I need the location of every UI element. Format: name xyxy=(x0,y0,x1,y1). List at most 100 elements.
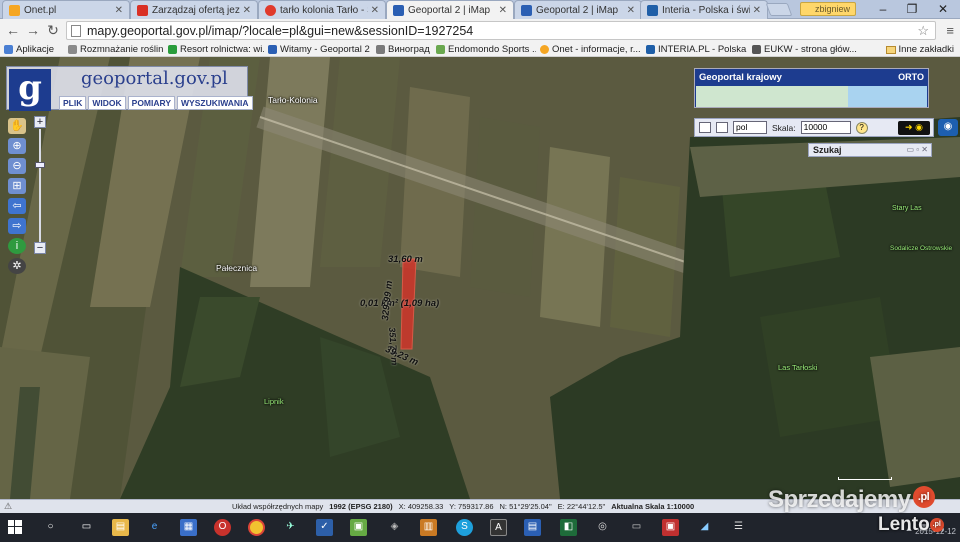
menu-pomiary[interactable]: POMIARY xyxy=(127,96,176,110)
onet-favicon-icon xyxy=(9,4,20,16)
close-tab-icon[interactable]: ✕ xyxy=(499,5,507,16)
measure-top-length: 31,60 m xyxy=(388,254,423,265)
chrome-icon[interactable] xyxy=(248,519,265,536)
store-icon[interactable]: ▦ xyxy=(180,519,197,536)
zoom-minus-button[interactable]: − xyxy=(34,242,46,254)
current-scale: Aktualna Skala 1:10000 xyxy=(611,502,695,511)
app-icon[interactable]: ▥ xyxy=(420,519,437,536)
geoportal-logo-icon[interactable]: g xyxy=(9,69,51,111)
side-eye-icon[interactable]: ◉ xyxy=(938,119,958,136)
info-icon[interactable]: i xyxy=(8,238,26,254)
browser-menu-icon[interactable]: ≡ xyxy=(946,23,954,38)
profile-button[interactable]: zbigniew xyxy=(800,2,856,16)
menu-wyszukiwania[interactable]: WYSZUKIWANIA xyxy=(177,96,253,110)
pan-hand-icon[interactable]: ✋ xyxy=(8,118,26,134)
scale-input[interactable]: 10000 xyxy=(800,121,851,134)
language-select[interactable]: pol xyxy=(733,121,767,134)
search-panel-header[interactable]: Szukaj ▭ ▫ ✕ xyxy=(808,143,932,157)
bookmark-resort[interactable]: Resort rolnictwa: wi... xyxy=(164,44,264,55)
app-icon[interactable]: ▤ xyxy=(524,519,541,536)
view-eye-icon[interactable]: ➜ ◉ xyxy=(898,121,930,135)
app-icon[interactable]: ▭ xyxy=(628,519,645,536)
bookmark-label: Rozmnażanie roślin ... xyxy=(80,43,164,55)
close-window-icon[interactable]: ✕ xyxy=(928,0,958,19)
app-icon[interactable]: ◧ xyxy=(560,519,577,536)
panel-window-controls[interactable]: ▭ ▫ ✕ xyxy=(906,144,928,156)
app-icon[interactable]: ☰ xyxy=(730,519,747,536)
sprzedajemy-favicon-icon xyxy=(265,4,276,16)
file-explorer-icon[interactable]: ▤ xyxy=(112,519,129,536)
app-icon[interactable]: ◎ xyxy=(594,519,611,536)
url-input[interactable]: mapy.geoportal.gov.pl/imap/?locale=pl&gu… xyxy=(66,21,936,40)
next-view-arrow-icon[interactable]: ⇨ xyxy=(8,218,26,234)
close-tab-icon[interactable]: ✕ xyxy=(371,5,379,16)
zoom-in-icon[interactable]: ⊕ xyxy=(8,138,26,154)
menu-widok[interactable]: WIDOK xyxy=(88,96,126,110)
maximize-icon[interactable]: ❐ xyxy=(897,0,927,19)
place-label: Tarło-Kolonia xyxy=(268,95,318,105)
bookmark-endomondo[interactable]: Endomondo Sports ... xyxy=(432,44,536,55)
bookmark-apps[interactable]: Aplikacje xyxy=(0,44,64,55)
zoom-slider[interactable]: + − xyxy=(34,116,46,258)
address-bar: ← → ↻ mapy.geoportal.gov.pl/imap/?locale… xyxy=(0,19,960,42)
bookmark-vinograd[interactable]: Виноград xyxy=(372,44,432,55)
forward-arrow-icon[interactable]: → xyxy=(24,22,42,39)
bookmark-star-icon[interactable]: ☆ xyxy=(917,23,929,39)
map-viewport[interactable]: g geoportal.gov.pl PLIK WIDOK POMIARY WY… xyxy=(0,57,960,499)
app-icon[interactable]: A xyxy=(490,519,507,536)
layer-badge[interactable]: ORTO xyxy=(898,72,924,82)
tab-label: Geoportal 2 | iMap xyxy=(408,4,491,16)
zoom-out-icon[interactable]: ⊖ xyxy=(8,158,26,174)
tab-gmail[interactable]: Zarządzaj ofertą jeziora ✕ xyxy=(130,0,258,19)
bookmark-interia[interactable]: INTERIA.PL - Polska ... xyxy=(642,44,748,55)
tab-onet[interactable]: Onet.pl ✕ xyxy=(2,0,130,19)
app-icon[interactable]: ◢ xyxy=(696,519,713,536)
page-icon xyxy=(68,44,77,54)
compass-icon[interactable]: ✲ xyxy=(8,258,26,274)
zoom-plus-button[interactable]: + xyxy=(34,116,46,128)
zoom-thumb[interactable] xyxy=(35,162,45,168)
help-icon[interactable]: ? xyxy=(855,121,868,134)
windows-start-icon[interactable] xyxy=(8,520,22,534)
app-icon[interactable]: ✈ xyxy=(282,519,299,536)
new-tab-button[interactable] xyxy=(765,3,793,16)
measure-area: 0,01 km² (1,09 ha) xyxy=(360,298,440,309)
previous-view-arrow-icon[interactable]: ⇦ xyxy=(8,198,26,214)
close-tab-icon[interactable]: ✕ xyxy=(753,5,761,16)
skype-icon[interactable]: S xyxy=(456,519,473,536)
other-bookmarks-folder[interactable]: Inne zakładki xyxy=(885,42,954,57)
mail-icon[interactable]: ✓ xyxy=(316,519,333,536)
tab-geoportal-2[interactable]: Geoportal 2 | iMap ✕ xyxy=(514,0,642,19)
bookmark-label: Endomondo Sports ... xyxy=(448,43,536,55)
tab-sprzedajemy[interactable]: tarło kolonia Tarło - Spr ✕ xyxy=(258,0,386,19)
tab-geoportal-active[interactable]: Geoportal 2 | iMap ✕ xyxy=(386,0,514,19)
bookmark-onet[interactable]: Onet - informacje, r... xyxy=(536,44,642,55)
scale-label: Skala: xyxy=(772,122,796,133)
close-tab-icon[interactable]: ✕ xyxy=(627,5,635,16)
windows-taskbar: ○ ▭ ▤ e ▦ O ✈ ✓ ▣ ◈ ▥ S A ▤ ◧ ◎ ▭ ▣ ◢ ☰ … xyxy=(0,513,960,542)
minimize-icon[interactable]: – xyxy=(868,0,898,19)
bookmark-geoportal[interactable]: Witamy - Geoportal 2 xyxy=(264,44,372,55)
menu-plik[interactable]: PLIK xyxy=(59,96,87,110)
bookmark-rozmnazanie[interactable]: Rozmnażanie roślin ... xyxy=(64,44,164,55)
search-icon[interactable]: ○ xyxy=(42,519,59,536)
bookmark-label: INTERIA.PL - Polska ... xyxy=(658,43,748,55)
search-panel-title: Szukaj xyxy=(813,145,842,155)
close-tab-icon[interactable]: ✕ xyxy=(243,5,251,16)
tab-interia[interactable]: Interia - Polska i świat ✕ xyxy=(640,0,768,19)
bookmarks-bar: Aplikacje Rozmnażanie roślin ... Resort … xyxy=(0,42,960,57)
app-icon[interactable]: ▣ xyxy=(662,519,679,536)
print-icon[interactable] xyxy=(699,122,711,133)
edge-icon[interactable]: e xyxy=(146,519,163,536)
back-arrow-icon[interactable]: ← xyxy=(4,22,22,39)
zoom-box-icon[interactable]: ⊞ xyxy=(8,178,26,194)
bookmark-eukw[interactable]: EUKW - strona głów... xyxy=(748,44,858,55)
close-tab-icon[interactable]: ✕ xyxy=(115,5,123,16)
legend-icon[interactable] xyxy=(716,122,728,133)
overview-map[interactable] xyxy=(696,86,927,107)
reload-icon[interactable]: ↻ xyxy=(44,22,62,39)
app-icon[interactable]: ▣ xyxy=(350,519,367,536)
task-view-icon[interactable]: ▭ xyxy=(78,519,95,536)
opera-icon[interactable]: O xyxy=(214,519,231,536)
app-icon[interactable]: ◈ xyxy=(386,519,403,536)
